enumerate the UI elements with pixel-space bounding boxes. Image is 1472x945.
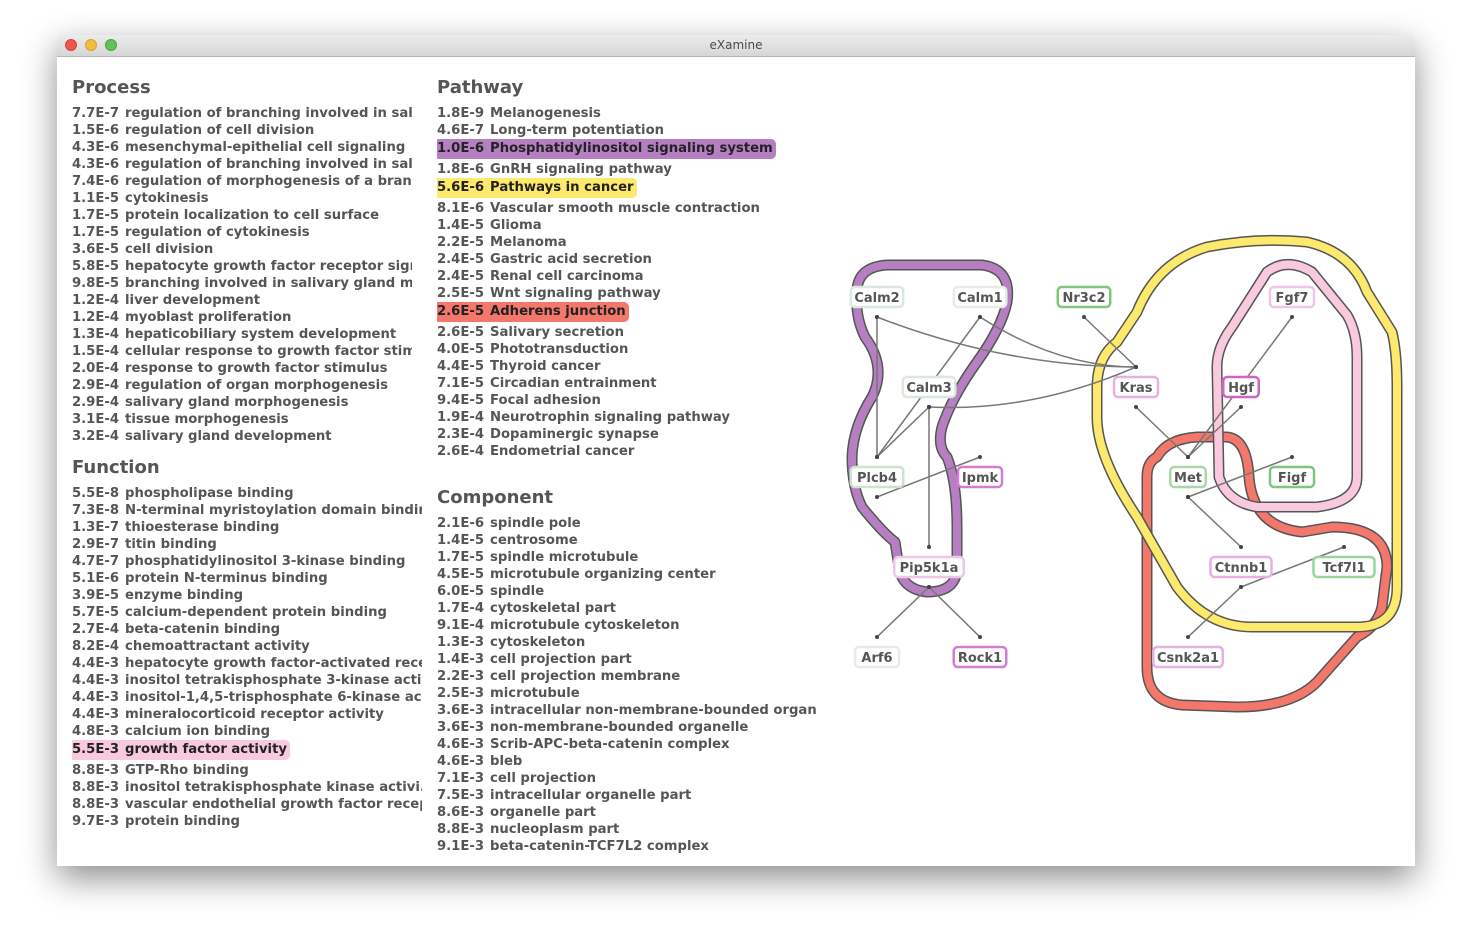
node-label: Hgf xyxy=(1228,381,1254,396)
link-endpoint xyxy=(927,405,931,409)
node-label: Kras xyxy=(1120,381,1153,396)
node-label: Pip5k1a xyxy=(900,561,959,576)
phosphatidylinositol-contour[interactable] xyxy=(846,259,1014,598)
node-label: Tcf7l1 xyxy=(1322,561,1365,576)
node-calm2[interactable]: Calm2 xyxy=(849,285,905,309)
node-label: Calm2 xyxy=(854,291,899,306)
link-endpoint xyxy=(978,315,982,319)
link-endpoint xyxy=(1186,455,1190,459)
node-label: Fgf7 xyxy=(1276,291,1309,306)
node-calm3[interactable]: Calm3 xyxy=(901,375,957,399)
node-figf[interactable]: Figf xyxy=(1268,465,1316,489)
node-label: Ctnnb1 xyxy=(1215,561,1268,576)
node-label: Calm3 xyxy=(906,381,951,396)
node-nr3c2[interactable]: Nr3c2 xyxy=(1056,285,1112,309)
window-title: eXamine xyxy=(709,38,763,52)
link-endpoint xyxy=(1290,315,1294,319)
node-plcb4[interactable]: Plcb4 xyxy=(849,465,905,489)
node-label: Arf6 xyxy=(861,651,892,666)
link-endpoint xyxy=(1186,635,1190,639)
link-endpoint xyxy=(875,495,879,499)
link-endpoint xyxy=(978,635,982,639)
content-area: Process 7.7E-7 regulation of branching in… xyxy=(57,57,1415,866)
link-endpoint xyxy=(1239,405,1243,409)
node-arf6[interactable]: Arf6 xyxy=(853,645,901,669)
node-label: Nr3c2 xyxy=(1062,291,1105,306)
link-endpoint xyxy=(875,455,879,459)
title-bar: eXamine xyxy=(57,35,1415,57)
network-view[interactable]: Calm2 Calm1 Nr3c2 Fgf7 Calm3 Kras Hgf Plcb4 Ipmk… xyxy=(57,57,1415,866)
node-pip5k1a[interactable]: Pip5k1a xyxy=(893,555,965,579)
node-kras[interactable]: Kras xyxy=(1112,375,1160,399)
node-tcf7l1[interactable]: Tcf7l1 xyxy=(1312,555,1376,579)
link-endpoint xyxy=(978,455,982,459)
link-endpoint xyxy=(1290,455,1294,459)
node-hgf[interactable]: Hgf xyxy=(1222,375,1260,399)
link-endpoint xyxy=(875,635,879,639)
link-endpoint xyxy=(1342,545,1346,549)
link-endpoint xyxy=(1134,365,1138,369)
link-endpoint xyxy=(875,315,879,319)
link-endpoint xyxy=(1239,545,1243,549)
link-endpoint xyxy=(1134,405,1138,409)
node-label: Plcb4 xyxy=(857,471,897,486)
node-label: Csnk2a1 xyxy=(1157,651,1219,666)
interaction-link xyxy=(876,586,930,638)
node-label: Met xyxy=(1174,471,1202,486)
app-window: eXamine Process 7.7E-7 regulation of bran… xyxy=(57,35,1415,866)
node-ctnnb1[interactable]: Ctnnb1 xyxy=(1209,555,1273,579)
node-fgf7[interactable]: Fgf7 xyxy=(1268,285,1316,309)
node-label: Ipmk xyxy=(962,471,999,486)
interaction-link xyxy=(928,586,981,638)
link-endpoint xyxy=(927,585,931,589)
node-label: Figf xyxy=(1278,471,1307,486)
node-rock1[interactable]: Rock1 xyxy=(952,645,1008,669)
node-met[interactable]: Met xyxy=(1169,465,1207,489)
node-label: Calm1 xyxy=(957,291,1002,306)
interaction-link xyxy=(876,406,930,458)
link-endpoint xyxy=(1186,495,1190,499)
node-csnk2a1[interactable]: Csnk2a1 xyxy=(1152,645,1224,669)
node-calm1[interactable]: Calm1 xyxy=(952,285,1008,309)
link-endpoint xyxy=(1239,585,1243,589)
interaction-link xyxy=(1187,496,1242,548)
node-label: Rock1 xyxy=(958,651,1002,666)
node-ipmk[interactable]: Ipmk xyxy=(956,465,1004,489)
link-endpoint xyxy=(927,545,931,549)
link-endpoint xyxy=(1082,315,1086,319)
